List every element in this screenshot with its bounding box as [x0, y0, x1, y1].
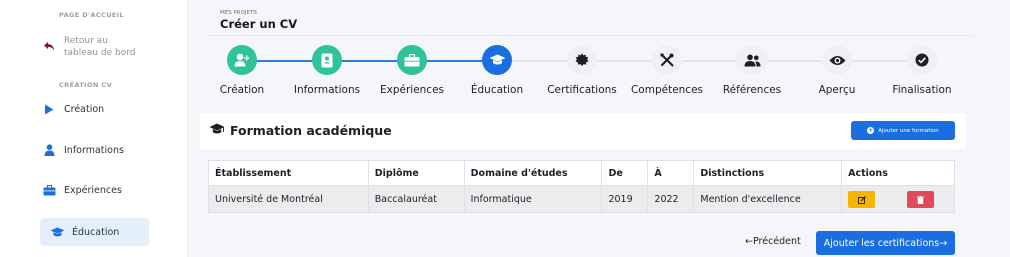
table-cell: 2019 [601, 185, 649, 213]
check-circle-icon [907, 45, 937, 75]
step-label: Compétences [630, 84, 704, 96]
id-card-icon [312, 45, 342, 75]
step-label: Références [722, 84, 782, 96]
sidebar: PAGE D'ACCUEIL Retour au tableau de bord… [0, 0, 188, 257]
next-certifications-button[interactable]: Ajouter les certifications→ [816, 231, 955, 255]
section-title: Formation académique [209, 123, 392, 138]
column-header: Distinctions [693, 160, 843, 186]
education-table: Établissement Diplôme Domaine d'études D… [208, 160, 955, 213]
table-row: Université de Montréal Baccalauréat Info… [208, 185, 955, 213]
stepper-line-todo [497, 60, 920, 62]
section-title-home: PAGE D'ACCUEIL [59, 11, 125, 19]
column-header: À [647, 160, 695, 186]
briefcase-icon [40, 184, 58, 196]
step-references[interactable]: Références [707, 40, 797, 96]
user-plus-icon [227, 45, 257, 75]
table-header-row: Établissement Diplôme Domaine d'études D… [208, 160, 955, 186]
step-label: Création [219, 84, 265, 96]
edit-icon [857, 192, 866, 207]
step-label: Éducation [470, 84, 524, 96]
back-to-dashboard-link[interactable]: Retour au tableau de bord [40, 35, 149, 65]
step-apercu[interactable]: Aperçu [792, 40, 882, 96]
graduation-cap-icon [48, 227, 66, 238]
table-cell: Université de Montréal [208, 185, 369, 213]
briefcase-icon [397, 45, 427, 75]
page-header: MES PROJETS Créer un CV [208, 0, 974, 36]
step-experiences[interactable]: Expériences [367, 40, 457, 96]
table-cell: Mention d'excellence [693, 185, 843, 213]
plus-circle-icon: + [867, 127, 875, 134]
actions-cell [841, 185, 955, 213]
table-cell: 2022 [647, 185, 695, 213]
step-label: Informations [293, 84, 361, 96]
users-icon [737, 45, 767, 75]
delete-button[interactable] [907, 190, 935, 208]
page-title: Créer un CV [220, 17, 298, 31]
back-label: Retour au tableau de bord [64, 36, 136, 58]
tools-icon [652, 45, 682, 75]
user-icon [40, 144, 58, 156]
step-creation[interactable]: Création [197, 40, 287, 96]
stepper-line-done [242, 60, 497, 62]
sidebar-item-informations[interactable]: Informations [40, 141, 149, 159]
column-header: Actions [841, 160, 955, 186]
table-cell: Informatique [463, 185, 603, 213]
play-icon [40, 104, 58, 115]
add-education-label: Ajouter une formation [878, 127, 939, 134]
column-header: Domaine d'études [463, 160, 603, 186]
progress-stepper: Création Informations Expériences Éducat… [208, 40, 974, 104]
sidebar-item-creation[interactable]: Création [40, 100, 149, 118]
step-label: Certifications [547, 84, 617, 96]
previous-button[interactable]: ←Précédent [745, 236, 801, 247]
section-title-cv: CRÉATION CV [59, 81, 113, 89]
add-education-button[interactable]: + Ajouter une formation [851, 121, 955, 140]
step-label: Expériences [379, 84, 445, 96]
step-certifications[interactable]: Certifications [537, 40, 627, 96]
section-title-text: Formation académique [230, 123, 392, 138]
graduation-cap-icon [482, 45, 512, 75]
column-header: Diplôme [367, 160, 465, 186]
step-informations[interactable]: Informations [282, 40, 372, 96]
certificate-icon [567, 45, 597, 75]
eye-icon [822, 45, 852, 75]
education-section-header: Formation académique + Ajouter une forma… [200, 113, 966, 149]
step-competences[interactable]: Compétences [622, 40, 712, 96]
sidebar-item-label: Éducation [72, 226, 120, 238]
graduation-cap-icon [209, 123, 225, 138]
edit-button[interactable] [848, 190, 876, 208]
column-header: Établissement [208, 160, 369, 186]
step-education[interactable]: Éducation [452, 40, 542, 96]
step-finalisation[interactable]: Finalisation [877, 40, 967, 96]
sidebar-item-label: Création [64, 103, 105, 115]
table-cell: Baccalauréat [367, 185, 465, 213]
column-header: De [601, 160, 649, 186]
breadcrumb: MES PROJETS [220, 10, 257, 16]
trash-icon [917, 192, 925, 207]
sidebar-item-experiences[interactable]: Expériences [40, 181, 149, 199]
undo-icon [40, 35, 58, 52]
step-label: Aperçu [818, 84, 856, 96]
sidebar-item-label: Informations [64, 144, 124, 156]
step-label: Finalisation [892, 84, 952, 96]
sidebar-item-label: Expériences [64, 184, 122, 196]
sidebar-item-education[interactable]: Éducation [40, 218, 149, 246]
